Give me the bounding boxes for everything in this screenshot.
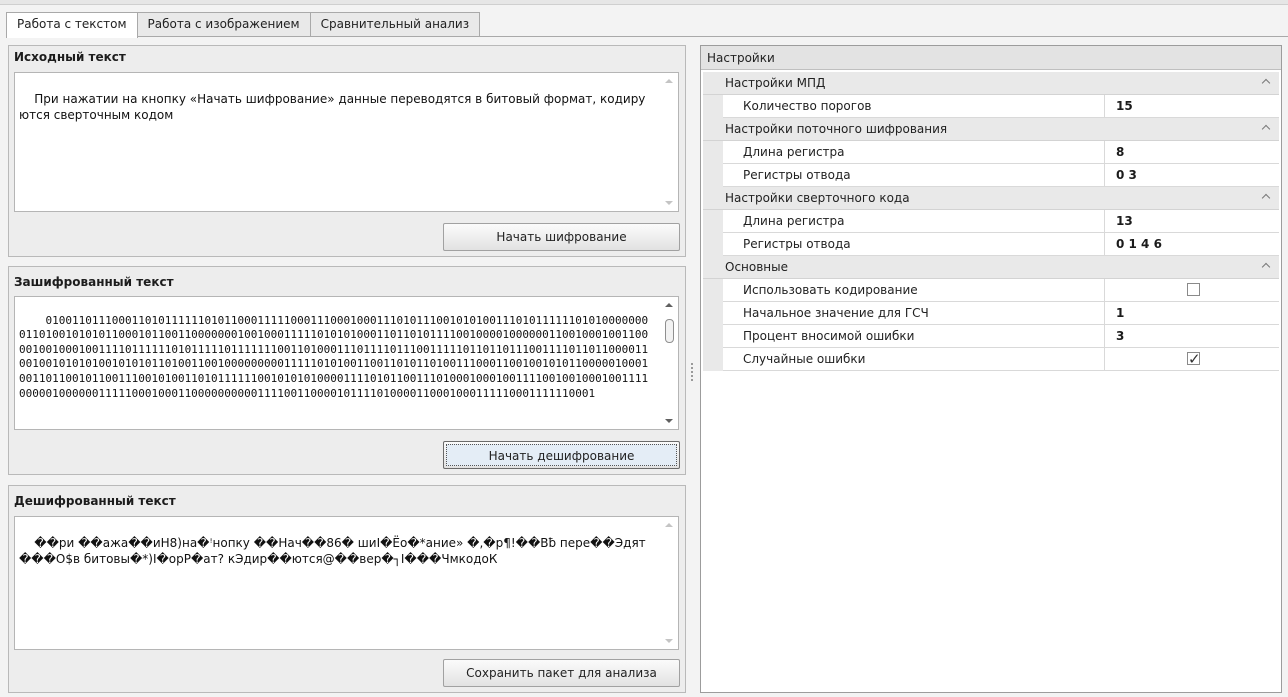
encrypted-text-scrollbar[interactable] [661,297,678,429]
source-text-group: Исходный текст При нажатии на кнопку «На… [8,45,686,257]
property-row[interactable]: Длина регистра 13 [703,210,1279,233]
category-label: Настройки МПД [725,76,826,90]
property-row[interactable]: Количество порогов 15 [703,95,1279,118]
property-name: Количество порогов [723,95,1105,118]
property-value[interactable]: 8 [1105,141,1279,164]
property-value[interactable]: 13 [1105,210,1279,233]
start-encryption-button[interactable]: Начать шифрование [443,223,680,251]
settings-header: Настройки [701,46,1281,70]
category-label: Настройки сверточного кода [725,191,910,205]
property-value[interactable] [1105,348,1279,371]
tab-image[interactable]: Работа с изображением [136,12,311,36]
tab-text[interactable]: Работа с текстом [6,12,138,38]
decrypted-text-title: Дешифрованный текст [14,494,176,508]
property-value[interactable]: 15 [1105,95,1279,118]
source-text-scrollbar[interactable] [661,73,678,211]
property-name: Длина регистра [723,210,1105,233]
property-row[interactable]: Процент вносимой ошибки 3 [703,325,1279,348]
property-name: Регистры отвода [723,164,1105,187]
chevron-up-icon[interactable] [1261,262,1271,272]
property-name: Использовать кодирование [723,279,1105,302]
category-label: Основные [725,260,789,274]
random-errors-checkbox[interactable] [1187,348,1201,370]
scroll-up-icon[interactable] [665,303,673,307]
property-row[interactable]: Длина регистра 8 [703,141,1279,164]
settings-panel: Настройки Настройки МПД Количество порог… [700,45,1282,693]
category-label: Настройки поточного шифрования [725,122,948,136]
encrypted-text-input[interactable]: 0100110111000110101111110101100011111000… [14,296,679,430]
use-coding-checkbox[interactable] [1187,283,1200,296]
scroll-up-icon[interactable] [665,79,673,83]
scroll-thumb[interactable] [665,319,674,343]
window-top-edge [0,0,1288,5]
property-value[interactable]: 0 3 [1105,164,1279,187]
chevron-up-icon[interactable] [1261,193,1271,203]
start-decryption-label: Начать дешифрование [446,444,677,466]
source-text-content: При нажатии на кнопку «Начать шифрование… [19,92,646,122]
property-row[interactable]: Начальное значение для ГСЧ 1 [703,302,1279,325]
decrypted-text-content: ��ри ��ажа��иН8)на�ꜝнопку ��Нач��86� шиІ… [19,536,646,566]
category-convolutional-code[interactable]: Настройки сверточного кода [703,187,1279,210]
tab-analysis[interactable]: Сравнительный анализ [309,12,481,36]
property-value[interactable]: 0 1 4 6 [1105,233,1279,256]
category-general[interactable]: Основные [703,256,1279,279]
property-row[interactable]: Регистры отвода 0 3 [703,164,1279,187]
encrypted-text-group: Зашифрованный текст 01001101110001101011… [8,266,686,475]
property-name: Начальное значение для ГСЧ [723,302,1105,325]
tab-divider [6,36,1288,37]
scroll-down-icon[interactable] [665,419,673,423]
property-row[interactable]: Регистры отвода 0 1 4 6 [703,233,1279,256]
decrypted-text-scrollbar[interactable] [661,517,678,649]
save-analysis-package-button[interactable]: Сохранить пакет для анализа [443,659,680,687]
category-stream-cipher[interactable]: Настройки поточного шифрования [703,118,1279,141]
encrypted-text-content: 0100110111000110101111110101100011111000… [19,313,649,400]
property-row[interactable]: Использовать кодирование [703,279,1279,302]
scroll-down-icon[interactable] [665,639,673,643]
encrypted-text-title: Зашифрованный текст [14,275,174,289]
property-value[interactable]: 3 [1105,325,1279,348]
chevron-up-icon[interactable] [1261,124,1271,134]
property-name: Регистры отвода [723,233,1105,256]
source-text-input[interactable]: При нажатии на кнопку «Начать шифрование… [14,72,679,212]
start-decryption-button[interactable]: Начать дешифрование [443,441,680,469]
property-value[interactable]: 1 [1105,302,1279,325]
decrypted-text-input[interactable]: ��ри ��ажа��иН8)на�ꜝнопку ��Нач��86� шиІ… [14,516,679,650]
source-text-title: Исходный текст [14,50,126,64]
property-value[interactable] [1105,279,1279,302]
scroll-down-icon[interactable] [665,201,673,205]
property-name: Случайные ошибки [723,348,1105,371]
splitter-grip[interactable] [691,363,694,383]
property-row[interactable]: Случайные ошибки [703,348,1279,371]
scroll-up-icon[interactable] [665,523,673,527]
decrypted-text-group: Дешифрованный текст ��ри ��ажа��иН8)на�ꜝ… [8,485,686,693]
category-mpd[interactable]: Настройки МПД [703,72,1279,95]
property-grid: Настройки МПД Количество порогов 15 Наст… [703,72,1279,371]
tab-strip: Работа с текстом Работа с изображением С… [6,12,481,38]
property-name: Процент вносимой ошибки [723,325,1105,348]
chevron-up-icon[interactable] [1261,78,1271,88]
property-name: Длина регистра [723,141,1105,164]
